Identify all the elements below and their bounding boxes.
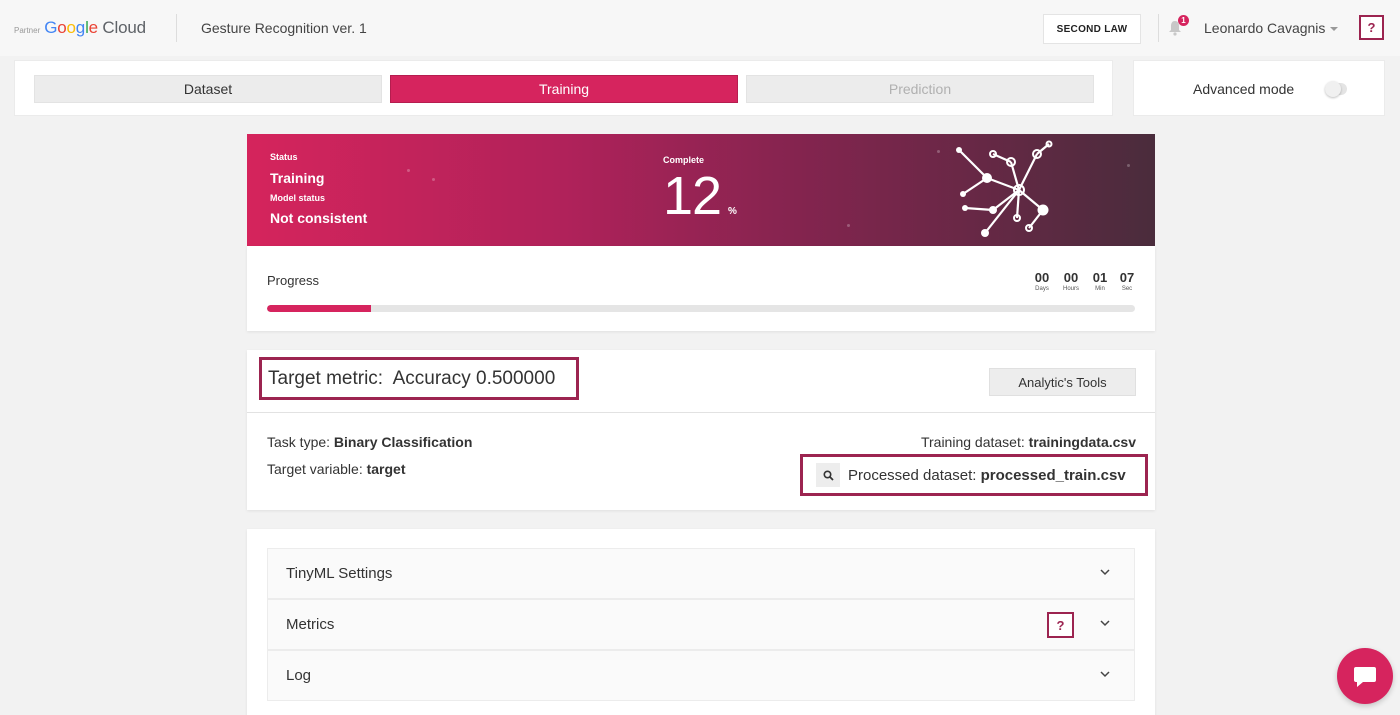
timer-seconds: 07 Sec (1115, 270, 1139, 292)
training-dataset-label: Training dataset: (920, 434, 1029, 450)
top-bar: Partner Google Cloud Gesture Recognition… (0, 0, 1400, 56)
project-title: Gesture Recognition ver. 1 (201, 20, 367, 36)
timer-days-unit: Days (1035, 286, 1049, 292)
processed-dataset[interactable]: Processed dataset: processed_train.csv (800, 454, 1148, 496)
target-variable-value: target (366, 461, 406, 477)
tab-dataset[interactable]: Dataset (34, 75, 382, 103)
task-type: Task type: Binary Classification (267, 434, 472, 450)
progress-label: Progress (267, 273, 320, 288)
target-metric: Target metric: Accuracy 0.500000 (259, 357, 579, 400)
processed-dataset-text: Processed dataset: processed_train.csv (848, 467, 1126, 484)
timer-seconds-value: 07 (1119, 270, 1135, 285)
timer-minutes: 01 Min (1088, 270, 1112, 292)
timer-minutes-unit: Min (1095, 286, 1105, 292)
settings-accordion: TinyML Settings Metrics ? Log (247, 529, 1155, 715)
tab-prediction[interactable]: Prediction (746, 75, 1094, 103)
training-dataset: Training dataset: trainingdata.csv (921, 434, 1136, 450)
complete-label: Complete (663, 155, 705, 165)
brand-logo[interactable]: Partner Google Cloud (14, 18, 146, 38)
timer-hours: 00 Hours (1059, 270, 1083, 292)
timer-seconds-unit: Sec (1121, 286, 1133, 292)
divider (1158, 14, 1159, 42)
divider (247, 412, 1155, 413)
chevron-down-icon[interactable] (1330, 27, 1338, 31)
user-menu[interactable]: Leonardo Cavagnis (1204, 20, 1325, 36)
accordion-label: Metrics (286, 616, 335, 633)
chat-bubble-icon (1354, 667, 1376, 687)
accordion-tinyml-settings[interactable]: TinyML Settings (267, 548, 1135, 599)
divider (176, 14, 177, 42)
task-type-label: Task type: (267, 434, 334, 450)
timer-hours-unit: Hours (1062, 286, 1079, 292)
status-value: Training (270, 170, 325, 186)
task-type-value: Binary Classification (333, 434, 473, 450)
metrics-help-button[interactable]: ? (1047, 612, 1074, 638)
brand-partner-label: Partner (14, 26, 41, 35)
model-status-value: Not consistent (270, 210, 368, 226)
timer-days-value: 00 (1034, 270, 1050, 285)
chevron-down-icon[interactable] (1100, 669, 1110, 679)
complete-percent: 12 (663, 166, 722, 226)
advanced-mode-toggle[interactable] (1325, 81, 1347, 97)
help-button[interactable]: ? (1359, 15, 1384, 40)
target-variable-label: Target variable: (267, 461, 367, 477)
tab-training[interactable]: Training (390, 75, 738, 103)
target-metric-card: Target metric: Accuracy 0.500000 Analyti… (247, 350, 1155, 510)
workflow-tabs: Dataset Training Prediction (14, 60, 1113, 116)
target-variable: Target variable: target (267, 461, 406, 477)
neural-network-icon (956, 140, 1053, 237)
google-cloud-logo: Google Cloud (44, 18, 146, 37)
notification-badge: 1 (1178, 15, 1189, 26)
search-icon[interactable] (816, 463, 840, 487)
chevron-down-icon[interactable] (1100, 618, 1110, 628)
progress-card: Progress 00 Days 00 Hours 01 Min 07 Sec (247, 246, 1155, 331)
progress-bar (267, 305, 1135, 312)
analytics-tools-button[interactable]: Analytic's Tools (989, 368, 1136, 396)
progress-bar-fill (267, 305, 372, 312)
chevron-down-icon[interactable] (1100, 567, 1110, 577)
training-dataset-value: trainingdata.csv (1028, 434, 1136, 450)
timer-minutes-value: 01 (1092, 270, 1108, 285)
percent-sign: % (728, 206, 737, 217)
timer-days: 00 Days (1030, 270, 1054, 292)
processed-dataset-label: Processed dataset: (848, 466, 981, 484)
accordion-log[interactable]: Log (267, 650, 1135, 701)
timer-hours-value: 00 (1063, 270, 1079, 285)
org-button[interactable]: SECOND LAW (1043, 14, 1141, 44)
model-status-label: Model status (270, 193, 326, 203)
accordion-metrics[interactable]: Metrics ? (267, 599, 1135, 650)
training-status-banner: Status Training Model status Not consist… (247, 134, 1155, 246)
accordion-label: Log (286, 667, 312, 684)
processed-dataset-value: processed_train.csv (980, 466, 1126, 484)
advanced-mode-label: Advanced mode (1193, 81, 1295, 97)
advanced-mode-panel: Advanced mode (1133, 60, 1385, 116)
accordion-label: TinyML Settings (286, 565, 393, 582)
toggle-knob (1325, 81, 1341, 97)
status-label: Status (270, 152, 298, 162)
chat-button[interactable] (1337, 648, 1393, 704)
